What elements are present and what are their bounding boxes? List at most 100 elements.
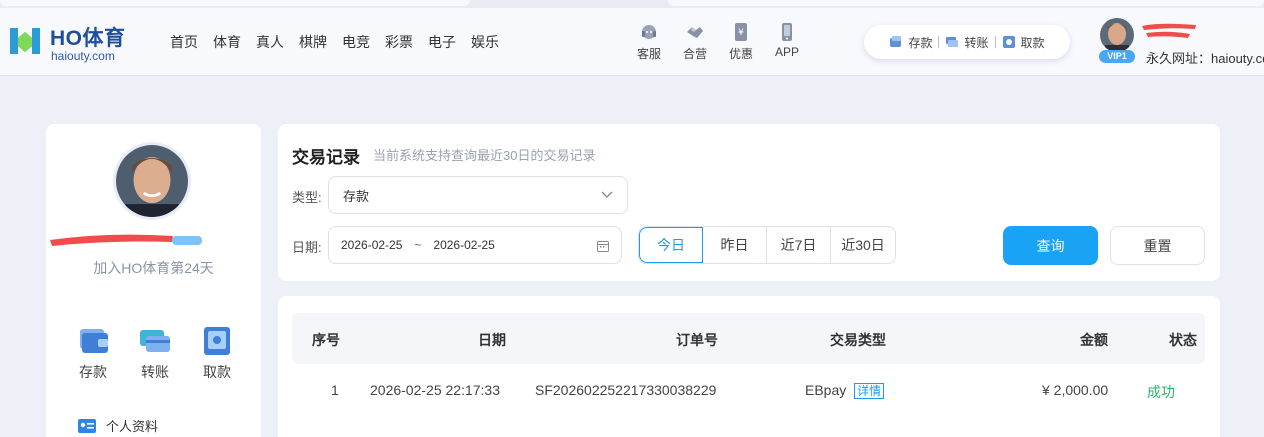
header-amount: 金额 (1080, 332, 1108, 348)
wallet-pill: 存款 转账 取款 (864, 25, 1070, 59)
quick-link-promotions[interactable]: ¥ 优惠 (718, 22, 764, 62)
permanent-url: 永久网址：haiouty.com (1146, 51, 1264, 66)
quick-link-label: 合营 (682, 47, 707, 61)
user-profile-card: 加入HO体育第24天 存款 转账 取款 个人资料 (46, 124, 261, 437)
logo-name: HO体育 (50, 27, 126, 50)
sidebar-item-label: 个人资料 (106, 419, 159, 434)
sidebar-transfer-label: 转账 (141, 364, 169, 380)
header-index: 序号 (312, 332, 340, 348)
date-range-picker[interactable]: 2026-02-25 ~ 2026-02-25 (328, 226, 622, 264)
nav-item-esports[interactable]: 电竞 (337, 32, 375, 52)
pill-deposit[interactable]: 存款 (883, 34, 938, 51)
join-days: 加入HO体育第24天 (93, 260, 214, 276)
transaction-table: 序号 日期 订单号 交易类型 金额 状态 1 2026-02-25 22:17:… (278, 296, 1220, 437)
pill-transfer-label: 转账 (964, 35, 989, 50)
quick-link-label: APP (774, 45, 799, 59)
row-status: 成功 (1147, 384, 1175, 400)
page-subtitle: 当前系统支持查询最近30日的交易记录 (373, 148, 596, 163)
type-select-value: 存款 (343, 188, 370, 204)
row-order-number: SF202602252217330038229 (535, 382, 717, 398)
nav-item-cards[interactable]: 棋牌 (294, 32, 332, 52)
nav-item-lottery[interactable]: 彩票 (380, 32, 418, 52)
svg-text:¥: ¥ (738, 28, 744, 38)
quick-link-partner[interactable]: 合营 (672, 22, 718, 62)
header-status: 状态 (1169, 332, 1197, 348)
row-type-value: EBpay (805, 382, 847, 398)
sidebar-transfer[interactable]: 转账 (124, 324, 186, 382)
nav-item-home[interactable]: 首页 (165, 32, 203, 52)
date-start: 2026-02-25 (341, 238, 403, 252)
header-type: 交易类型 (830, 332, 886, 348)
pill-withdraw[interactable]: 取款 (996, 34, 1051, 51)
pill-withdraw-label: 取款 (1020, 35, 1045, 50)
date-range-shortcuts: 今日 昨日 近7日 近30日 (638, 226, 896, 264)
chevron-down-icon (601, 191, 613, 198)
nav-item-live[interactable]: 真人 (251, 32, 289, 52)
profile-avatar[interactable] (113, 142, 191, 220)
date-label: 日期: (292, 240, 322, 255)
main-nav: 首页 体育 真人 棋牌 电竞 彩票 电子 娱乐 (165, 32, 509, 52)
deposit-wallet-icon (80, 329, 108, 353)
transaction-filter-card: 交易记录 当前系统支持查询最近30日的交易记录 类型: 存款 日期: 2026-… (278, 124, 1220, 281)
table-header: 序号 日期 订单号 交易类型 金额 状态 (292, 313, 1205, 364)
quick-link-label: 客服 (636, 47, 661, 61)
quick-link-label: 优惠 (728, 47, 753, 61)
range-7days-button[interactable]: 近7日 (767, 227, 831, 263)
row-index: 1 (331, 382, 339, 398)
quick-link-app[interactable]: APP (764, 22, 810, 62)
row-amount: ¥ 2,000.00 (1042, 382, 1109, 398)
row-type: EBpay 详情 (805, 382, 885, 399)
name-redaction (50, 234, 202, 246)
date-separator: ~ (414, 238, 422, 252)
pill-transfer[interactable]: 转账 (939, 34, 994, 51)
type-select[interactable]: 存款 (328, 176, 628, 214)
row-date: 2026-02-25 22:17:33 (370, 382, 500, 398)
id-card-icon (78, 418, 96, 433)
reset-button[interactable]: 重置 (1110, 226, 1205, 265)
avatar-image (116, 145, 188, 217)
quick-links: 客服 合营 ¥ 优惠 APP (626, 22, 810, 62)
sidebar-deposit-label: 存款 (79, 364, 107, 380)
withdraw-icon (1002, 36, 1015, 48)
sidebar-item-profile[interactable]: 个人资料 (78, 416, 158, 435)
date-end: 2026-02-25 (433, 238, 495, 252)
vip-badge: VIP1 (1099, 50, 1135, 63)
phone-icon (782, 23, 792, 41)
top-strip-segment (668, 0, 1264, 6)
withdraw-safe-icon (204, 327, 230, 355)
headset-icon (642, 25, 656, 39)
transfer-cards-icon (140, 330, 170, 352)
username-redaction (1142, 23, 1196, 38)
range-yesterday-button[interactable]: 昨日 (703, 227, 767, 263)
logo-url: haiouty.com (51, 49, 115, 63)
type-label: 类型: (292, 190, 322, 205)
sidebar-withdraw-label: 取款 (203, 364, 231, 380)
sidebar-wallet-actions: 存款 转账 取款 (62, 324, 262, 382)
calendar-icon (597, 241, 609, 252)
quick-link-support[interactable]: 客服 (626, 22, 672, 62)
transfer-icon (946, 37, 959, 47)
coupon-icon: ¥ (735, 23, 747, 41)
nav-item-entertainment[interactable]: 娱乐 (466, 32, 504, 52)
browser-top-strip (0, 0, 1264, 8)
header-avatar[interactable] (1100, 18, 1134, 52)
handshake-icon (687, 27, 703, 38)
nav-item-slots[interactable]: 电子 (423, 32, 461, 52)
site-header: HO体育 haiouty.com 首页 体育 真人 棋牌 电竞 彩票 电子 娱乐… (0, 8, 1264, 76)
nav-item-sports[interactable]: 体育 (208, 32, 246, 52)
sidebar-withdraw[interactable]: 取款 (186, 324, 248, 382)
sidebar-deposit[interactable]: 存款 (62, 324, 124, 382)
row-detail-link[interactable]: 详情 (854, 383, 885, 399)
query-button[interactable]: 查询 (1003, 226, 1098, 265)
page-title: 交易记录 (292, 148, 360, 167)
avatar-image (1100, 18, 1134, 52)
deposit-icon (890, 36, 902, 47)
site-logo[interactable]: HO体育 haiouty.com (8, 20, 138, 64)
pill-deposit-label: 存款 (908, 35, 933, 50)
range-30days-button[interactable]: 近30日 (831, 227, 895, 263)
header-order: 订单号 (676, 332, 718, 348)
top-strip-segment (0, 0, 470, 6)
range-today-button[interactable]: 今日 (639, 227, 703, 263)
header-date: 日期 (478, 332, 506, 348)
logo-mark-icon (10, 28, 40, 54)
